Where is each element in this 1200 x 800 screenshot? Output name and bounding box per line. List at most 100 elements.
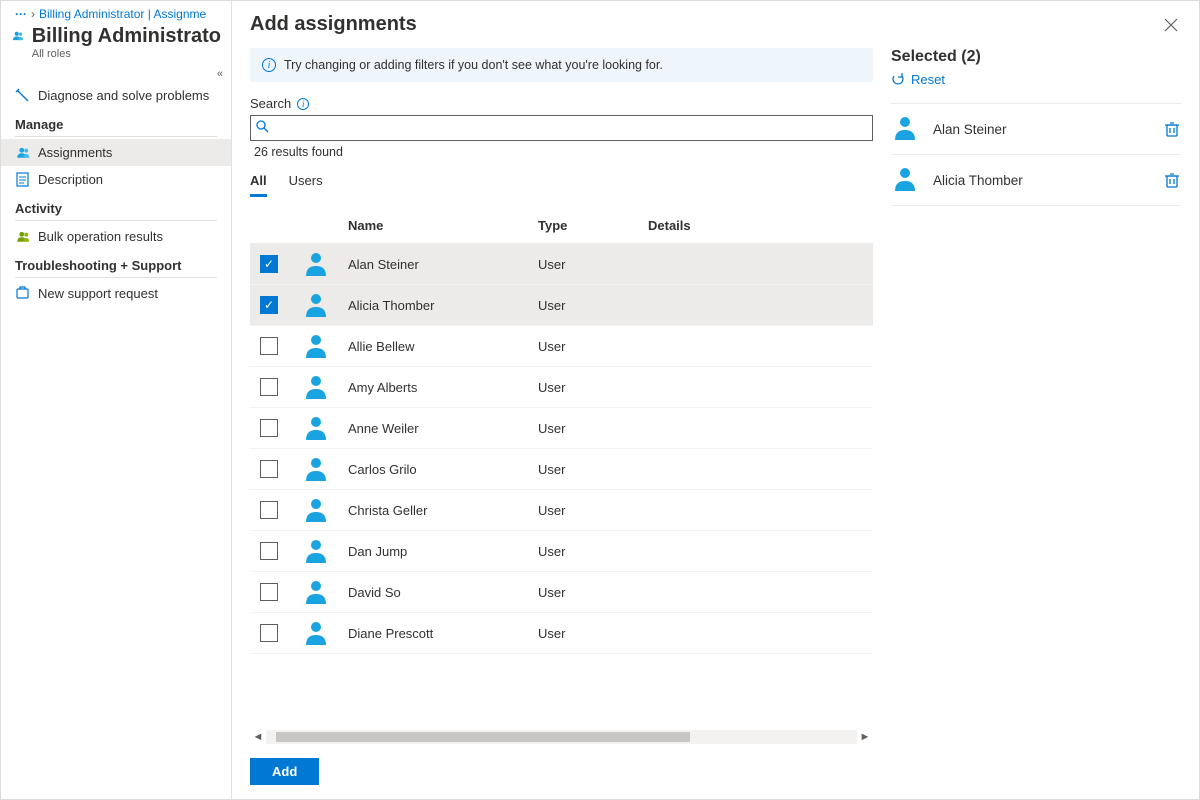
breadcrumb-link[interactable]: Billing Administrator | Assignme [39,7,206,21]
reset-icon [891,73,905,87]
reset-link[interactable]: Reset [891,72,1181,87]
sidebar-item-label: Description [38,172,103,187]
sidebar-item-support[interactable]: New support request [1,280,231,307]
nav-section-title: Activity [1,193,231,220]
row-name: Anne Weiler [348,421,538,436]
table-row[interactable]: Alan SteinerUser [250,244,873,285]
page-header: Billing Administrato All roles [1,21,231,68]
table-row[interactable]: Dan JumpUser [250,531,873,572]
selected-title: Selected (2) [891,48,981,66]
row-type: User [538,380,648,395]
person-icon [302,250,330,278]
people-icon [15,145,30,160]
results-count: 26 results found [254,145,873,159]
col-name: Name [348,218,538,233]
tab-users[interactable]: Users [289,173,323,197]
page-title: Billing Administrato [32,25,221,48]
person-icon [302,619,330,647]
row-name: Alan Steiner [348,257,538,272]
row-type: User [538,462,648,477]
person-icon [302,291,330,319]
info-text: Try changing or adding filters if you do… [284,58,663,72]
table-row[interactable]: David SoUser [250,572,873,613]
sidebar-item-assignments[interactable]: Assignments [1,139,231,166]
person-icon [302,332,330,360]
person-icon [302,496,330,524]
sidebar-item-bulk[interactable]: Bulk operation results [1,223,231,250]
info-icon[interactable]: i [297,98,309,110]
doc-icon [15,172,30,187]
horizontal-scrollbar[interactable]: ◄ ► [250,728,873,746]
collapse-icon[interactable]: « [217,68,223,80]
sidebar-item-label: New support request [38,286,158,301]
row-checkbox[interactable] [260,501,278,519]
person-icon [302,414,330,442]
row-checkbox[interactable] [260,419,278,437]
row-type: User [538,585,648,600]
person-icon [302,578,330,606]
info-bar: i Try changing or adding filters if you … [250,48,873,82]
support-icon [15,286,30,301]
remove-button[interactable] [1163,120,1181,138]
row-name: David So [348,585,538,600]
person-icon [302,537,330,565]
scroll-right-icon[interactable]: ► [857,731,873,743]
row-checkbox[interactable] [260,583,278,601]
table-row[interactable]: Christa GellerUser [250,490,873,531]
sidebar-item-description[interactable]: Description [1,166,231,193]
row-checkbox[interactable] [260,624,278,642]
breadcrumb-ellipsis-icon[interactable]: ··· [15,7,27,21]
row-checkbox[interactable] [260,337,278,355]
row-name: Allie Bellew [348,339,538,354]
row-name: Carlos Grilo [348,462,538,477]
page-subtitle: All roles [32,48,221,60]
table-row[interactable]: Diane PrescottUser [250,613,873,654]
col-type: Type [538,218,648,233]
table-header: Name Type Details [250,208,873,244]
selected-name: Alicia Thomber [933,173,1151,188]
sidebar-item-label: Bulk operation results [38,229,163,244]
tab-all[interactable]: All [250,173,267,197]
sidebar-item-label: Assignments [38,145,112,160]
search-input[interactable] [250,115,873,141]
search-label: Search [250,96,291,111]
row-checkbox[interactable] [260,542,278,560]
person-icon [891,165,921,195]
nav-section-title: Manage [1,109,231,136]
table-row[interactable]: Allie BellewUser [250,326,873,367]
row-checkbox[interactable] [260,255,278,273]
row-checkbox[interactable] [260,296,278,314]
sidebar-item-diagnose[interactable]: Diagnose and solve problems [1,82,231,109]
panel-title: Add assignments [250,13,417,36]
add-button[interactable]: Add [250,758,319,785]
remove-button[interactable] [1163,171,1181,189]
people-green-icon [15,229,30,244]
row-name: Alicia Thomber [348,298,538,313]
breadcrumb[interactable]: ··· › Billing Administrator | Assignme [1,1,231,21]
selected-name: Alan Steiner [933,122,1151,137]
table-row[interactable]: Amy AlbertsUser [250,367,873,408]
results-list[interactable]: Alan SteinerUserAlicia ThomberUserAllie … [250,244,873,724]
table-row[interactable]: Carlos GriloUser [250,449,873,490]
close-button[interactable] [1161,15,1181,35]
breadcrumb-sep: › [31,7,35,21]
row-checkbox[interactable] [260,460,278,478]
col-details: Details [648,218,873,233]
selected-item: Alicia Thomber [891,155,1181,206]
close-icon [1164,18,1178,32]
table-row[interactable]: Anne WeilerUser [250,408,873,449]
wrench-icon [15,88,30,103]
row-type: User [538,626,648,641]
row-type: User [538,257,648,272]
info-icon: i [262,58,276,72]
person-icon [302,373,330,401]
reset-label: Reset [911,72,945,87]
row-checkbox[interactable] [260,378,278,396]
row-type: User [538,544,648,559]
row-type: User [538,339,648,354]
row-type: User [538,503,648,518]
sidebar-item-label: Diagnose and solve problems [38,88,209,103]
scroll-left-icon[interactable]: ◄ [250,731,266,743]
row-type: User [538,298,648,313]
table-row[interactable]: Alicia ThomberUser [250,285,873,326]
